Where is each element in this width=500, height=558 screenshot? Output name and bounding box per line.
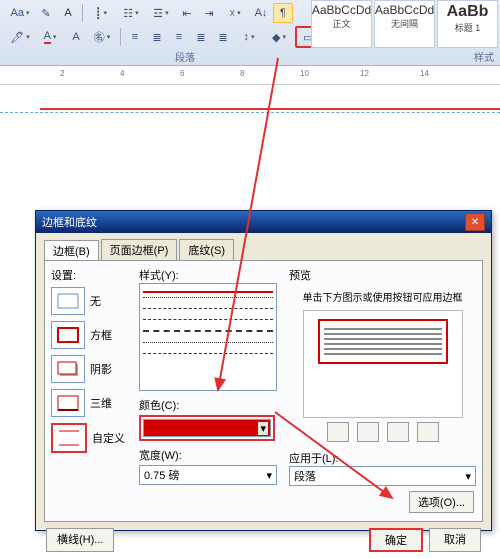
char-shading-button[interactable]: ㊔▾ [88, 27, 116, 47]
setting-3d-icon[interactable] [51, 389, 85, 417]
apply-to-dropdown[interactable]: 段落▾ [289, 466, 476, 486]
page-red-border [40, 108, 500, 110]
color-selector-highlight: ▾ [139, 415, 275, 441]
ok-button[interactable]: 确定 [369, 528, 423, 552]
toggle-bottom-button[interactable] [357, 422, 379, 442]
style-normal[interactable]: AaBbCcDd正文 [311, 0, 372, 48]
close-icon[interactable]: ✕ [465, 213, 485, 231]
ribbon: Aa▾ ✎ A ┋▾ ☷▾ ☲▾ ⇤ ⇥ ☓▾ A↓ ¶ AaBbCcDd正文 … [0, 0, 500, 66]
chevron-down-icon: ▾ [258, 422, 268, 435]
indent-dec-button[interactable]: ⇤ [177, 3, 197, 23]
setting-none-icon[interactable] [51, 287, 85, 315]
apply-to-label: 应用于(L): [289, 450, 339, 466]
align-justify-button[interactable]: ≣ [191, 27, 211, 47]
font-menu[interactable]: Aa▾ [6, 3, 34, 23]
chevron-down-icon: ▾ [266, 469, 272, 482]
shading-button[interactable]: ◆▾ [265, 27, 293, 47]
char-border-button[interactable]: A [66, 27, 86, 47]
preview-hint: 单击下方图示或使用按钮可应用边框 [289, 289, 476, 304]
width-dropdown[interactable]: 0.75 磅▾ [139, 465, 277, 485]
font-color-button[interactable]: A▾ [36, 27, 64, 47]
multilevel-button[interactable]: ☲▾ [147, 3, 175, 23]
ruler[interactable]: 2 4 6 8 10 12 14 [0, 66, 500, 85]
color-dropdown[interactable]: ▾ [143, 419, 271, 437]
show-marks-button[interactable]: ¶ [273, 3, 293, 23]
document-page[interactable] [0, 85, 500, 185]
style-listbox[interactable] [139, 283, 277, 391]
dialog-title: 边框和底纹 [42, 214, 97, 230]
settings-label: 设置: [51, 267, 133, 283]
clear-format-button[interactable]: ✎ [36, 3, 56, 23]
numbering-button[interactable]: ☷▾ [117, 3, 145, 23]
paragraph-group-label: 段落 [175, 49, 195, 64]
tab-borders[interactable]: 边框(B) [44, 240, 99, 261]
bullets-button[interactable]: ┋▾ [87, 3, 115, 23]
preview-label: 预览 [289, 267, 476, 283]
line-spacing-button[interactable]: ↕▾ [235, 27, 263, 47]
align-distribute-button[interactable]: ≣ [213, 27, 233, 47]
align-right-button[interactable]: ≡ [169, 27, 189, 47]
tab-shading[interactable]: 底纹(S) [179, 239, 234, 260]
tab-page-border[interactable]: 页面边框(P) [101, 239, 178, 260]
sort-button[interactable]: A↓ [251, 3, 271, 23]
setting-custom-icon[interactable] [51, 423, 87, 453]
cancel-button[interactable]: 取消 [429, 528, 481, 552]
horizontal-line-button[interactable]: 横线(H)... [46, 528, 114, 552]
indent-inc-button[interactable]: ⇥ [199, 3, 219, 23]
chevron-down-icon: ▾ [465, 470, 471, 483]
style-nospace[interactable]: AaBbCcDd无间隔 [374, 0, 435, 48]
toggle-left-button[interactable] [387, 422, 409, 442]
align-center-button[interactable]: ≣ [147, 27, 167, 47]
toggle-right-button[interactable] [417, 422, 439, 442]
page-blue-guide [0, 112, 500, 113]
styles-group-label: 样式 [474, 49, 494, 64]
toggle-top-button[interactable] [327, 422, 349, 442]
dialog-titlebar[interactable]: 边框和底纹 ✕ [36, 211, 491, 233]
setting-shadow-icon[interactable] [51, 355, 85, 383]
options-button[interactable]: 选项(O)... [409, 491, 474, 513]
highlight-button[interactable]: 🖊▾ [6, 27, 34, 47]
setting-box-icon[interactable] [51, 321, 85, 349]
color-label: 颜色(C): [139, 397, 279, 413]
borders-shading-dialog: 边框和底纹 ✕ 边框(B) 页面边框(P) 底纹(S) 设置: 无 方框 阴影 … [35, 210, 492, 531]
style-label: 样式(Y): [139, 267, 279, 283]
width-label: 宽度(W): [139, 447, 279, 463]
preview-box[interactable] [303, 310, 463, 418]
format-brush-button[interactable]: A [58, 3, 78, 23]
style-heading1[interactable]: AaBb标题 1 [437, 0, 498, 48]
asian-layout-button[interactable]: ☓▾ [221, 3, 249, 23]
align-left-button[interactable]: ≡ [125, 27, 145, 47]
